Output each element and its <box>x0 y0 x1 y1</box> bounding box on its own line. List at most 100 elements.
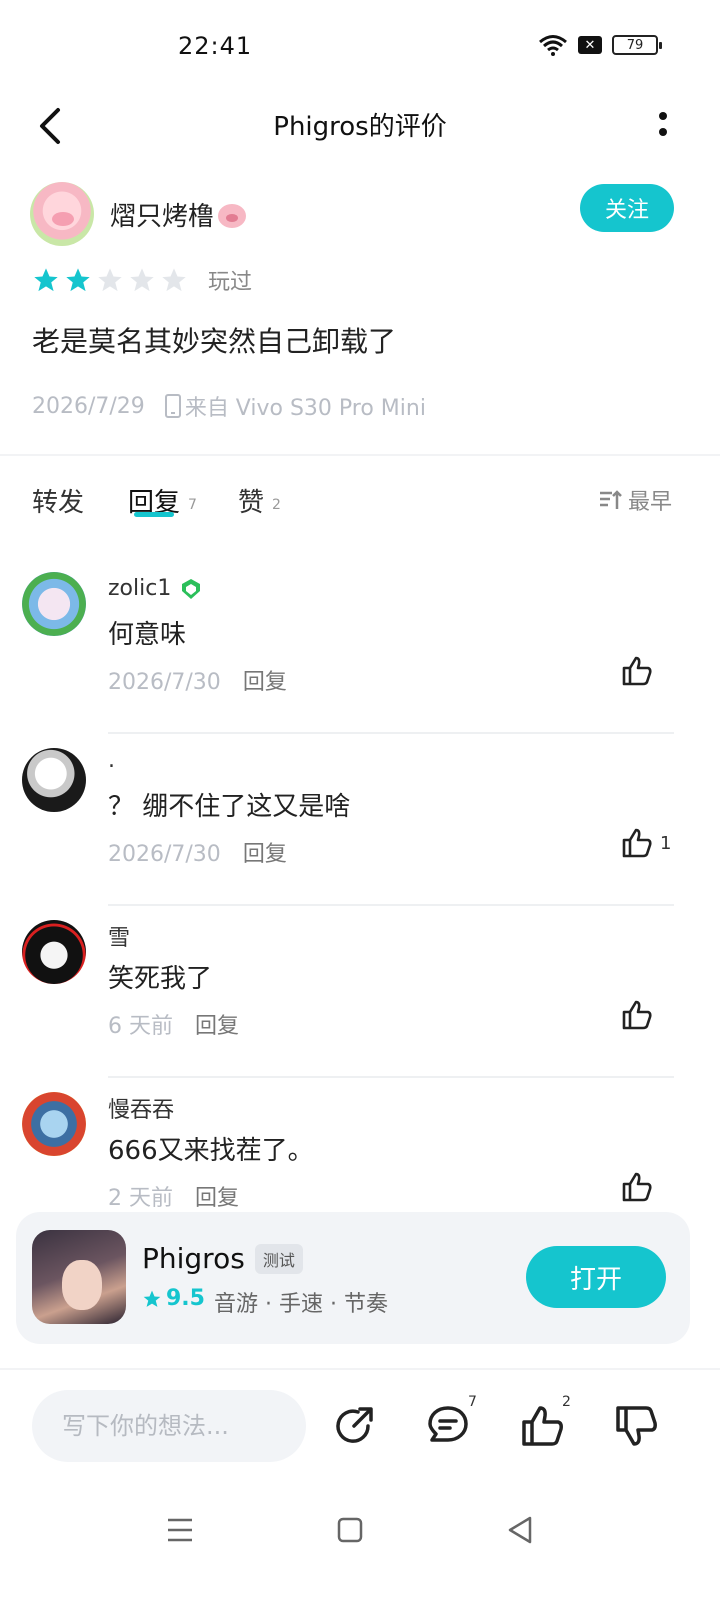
comment-text: 何意味 <box>108 620 187 650</box>
comment-text: 666又来找茬了。 <box>108 1136 314 1166</box>
comment-icon[interactable] <box>424 1402 472 1450</box>
comment-item: 雪 笑死我了 6 天前 回复 <box>0 920 720 1092</box>
tab-repost-label: 转发 <box>32 488 85 518</box>
back-nav-icon[interactable] <box>500 1510 540 1550</box>
comment-meta: 2026/7/30 回复 <box>108 836 287 868</box>
comment-meta: 2026/7/30 回复 <box>108 664 287 696</box>
more-options-icon[interactable] <box>648 106 678 146</box>
comment-date: 6 天前 <box>108 1014 173 1039</box>
commenter-avatar[interactable] <box>22 1092 86 1156</box>
battery-icon: 79 <box>612 35 662 55</box>
review-device: 来自 Vivo S30 Pro Mini <box>184 396 426 421</box>
pig-emoji-icon <box>218 204 247 228</box>
notification-x-icon: ✕ <box>578 36 602 54</box>
reviewer-name-text: 熠只烤橹 <box>110 202 215 232</box>
divider <box>108 732 674 734</box>
comment-date: 2 天前 <box>108 1186 173 1211</box>
comment-like-button[interactable] <box>620 1170 660 1204</box>
battery-level: 79 <box>626 37 644 53</box>
app-rating: 9.5 <box>142 1286 205 1311</box>
menu-icon[interactable] <box>160 1510 200 1550</box>
star-filled-icon <box>66 268 90 292</box>
open-app-button[interactable]: 打开 <box>526 1246 666 1308</box>
rating-stars: 玩过 <box>32 264 252 296</box>
review-text: 老是莫名其妙突然自己卸载了 <box>32 325 397 358</box>
status-icons: ✕ 79 <box>538 34 662 56</box>
commenter-name[interactable]: . <box>108 748 115 773</box>
comment-like-count: 1 <box>660 832 672 854</box>
phone-icon <box>164 394 181 418</box>
sort-label: 最早 <box>628 490 673 515</box>
app-genres: 音游 · 手速 · 节奏 <box>214 1292 388 1317</box>
comment-meta: 2 天前 回复 <box>108 1180 239 1212</box>
like-count: 2 <box>562 1394 571 1410</box>
tab-like[interactable]: 赞2 <box>238 482 281 519</box>
comment-input[interactable] <box>32 1390 306 1462</box>
tab-repost[interactable]: 转发 <box>32 482 84 519</box>
bottom-action-bar: 7 2 <box>0 1368 720 1480</box>
tab-like-count: 2 <box>272 497 281 513</box>
tab-like-label: 赞 <box>238 488 265 518</box>
page-title: Phigros的评价 <box>273 112 447 142</box>
status-bar: 22:41 ✕ 79 <box>0 0 720 96</box>
star-empty-icon <box>162 268 186 292</box>
star-filled-icon <box>34 268 58 292</box>
reviewer-name[interactable]: 熠只烤橹 <box>110 196 247 233</box>
comment-meta: 6 天前 回复 <box>108 1008 239 1040</box>
comment-date: 2026/7/30 <box>108 842 221 867</box>
sort-button[interactable]: 最早 <box>598 484 672 516</box>
commenter-name-text: zolic1 <box>108 576 172 601</box>
follow-button[interactable]: 关注 <box>580 184 674 232</box>
star-empty-icon <box>130 268 154 292</box>
thumbs-down-icon[interactable] <box>612 1402 660 1450</box>
thumbs-up-icon <box>622 1172 652 1202</box>
star-empty-icon <box>98 268 122 292</box>
comment-like-button[interactable]: 1 <box>620 826 671 860</box>
comment-reply-button[interactable]: 回复 <box>243 842 287 867</box>
comment-text: 笑死我了 <box>108 964 213 994</box>
commenter-name[interactable]: 雪 <box>108 920 130 952</box>
star-icon <box>143 1290 161 1307</box>
commenter-name[interactable]: zolic1 <box>108 576 203 601</box>
commenter-name-text: 慢吞吞 <box>108 1098 175 1123</box>
sort-icon <box>600 490 622 509</box>
app-card[interactable]: Phigros 测试 9.5 音游 · 手速 · 节奏 打开 <box>16 1212 690 1344</box>
commenter-avatar[interactable] <box>22 572 86 636</box>
tabs: 转发 回复 7 赞2 最早 <box>0 472 720 532</box>
played-label: 玩过 <box>208 270 253 295</box>
comment-like-button[interactable] <box>620 654 660 688</box>
share-icon[interactable] <box>330 1402 378 1450</box>
commenter-avatar[interactable] <box>22 748 86 812</box>
commenter-name[interactable]: 慢吞吞 <box>108 1092 174 1124</box>
review-date: 2026/7/29 <box>32 393 145 419</box>
comment-reply-button[interactable]: 回复 <box>195 1186 239 1211</box>
commenter-avatar[interactable] <box>22 920 86 984</box>
review-meta: 2026/7/29 来自 Vivo S30 Pro Mini <box>32 390 426 422</box>
tab-reply-count: 7 <box>188 497 197 513</box>
comment-reply-button[interactable]: 回复 <box>195 1014 239 1039</box>
reviewer-avatar[interactable] <box>30 182 94 246</box>
divider <box>108 904 674 906</box>
comment-item: zolic1 何意味 2026/7/30 回复 <box>0 572 720 748</box>
home-icon[interactable] <box>330 1510 370 1550</box>
review-card: 熠只烤橹 关注 玩过 老是莫名其妙突然自己卸载了 2026/7/29 来自 Vi… <box>0 176 720 456</box>
comment-reply-button[interactable]: 回复 <box>243 670 287 695</box>
comment-like-button[interactable] <box>620 998 660 1032</box>
thumbs-up-icon[interactable] <box>518 1402 566 1450</box>
system-nav-bar <box>0 1480 720 1600</box>
comment-count: 7 <box>468 1394 477 1410</box>
app-rating-value: 9.5 <box>166 1286 205 1311</box>
wifi-icon <box>539 35 567 56</box>
commenter-name-text: . <box>108 748 115 773</box>
thumbs-up-icon <box>622 1000 652 1030</box>
comment-text: ？ 绷不住了这又是啥 <box>108 792 351 822</box>
header: Phigros的评价 <box>0 96 720 156</box>
status-time: 22:41 <box>178 32 253 60</box>
divider <box>108 1076 674 1078</box>
app-name-text: Phigros <box>142 1242 245 1275</box>
comment-date: 2026/7/30 <box>108 670 221 695</box>
tab-active-indicator <box>134 512 174 517</box>
app-icon[interactable] <box>32 1230 126 1324</box>
commenter-name-text: 雪 <box>108 926 131 951</box>
thumbs-up-icon <box>622 828 652 858</box>
